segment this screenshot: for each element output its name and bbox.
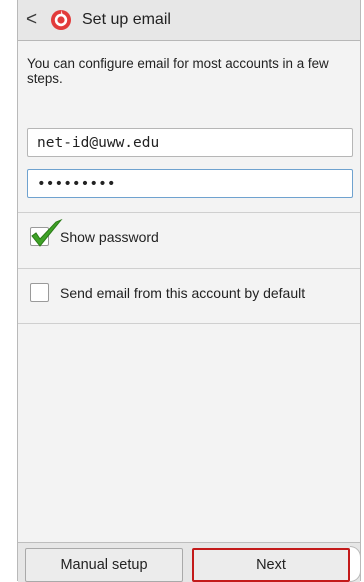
email-app-icon	[51, 10, 71, 30]
show-password-checkbox[interactable]	[30, 218, 63, 247]
side-tab-edge	[350, 546, 361, 582]
default-account-label: Send email from this account by default	[60, 284, 306, 301]
divider	[18, 268, 360, 269]
intro-text: You can configure email for most account…	[27, 56, 329, 86]
page-title: Set up email	[82, 11, 171, 28]
password-field[interactable]: •••••••••	[27, 169, 353, 198]
back-button[interactable]: <	[18, 0, 48, 40]
title-bar: < Set up email	[18, 0, 360, 41]
default-account-row[interactable]: Send email from this account by default	[18, 283, 360, 302]
next-button[interactable]: Next	[192, 548, 350, 582]
show-password-label: Show password	[60, 228, 159, 245]
show-password-row[interactable]: Show password	[18, 218, 360, 247]
divider	[18, 212, 360, 213]
default-account-checkbox[interactable]	[30, 283, 49, 302]
email-field[interactable]: net-id@uww.edu	[27, 128, 353, 157]
manual-setup-button[interactable]: Manual setup	[25, 548, 183, 582]
bottom-bar: Manual setup Next	[18, 542, 360, 582]
checkmark-icon	[31, 218, 63, 247]
divider	[18, 323, 360, 324]
screen-frame: < Set up email You can configure email f…	[17, 0, 361, 582]
